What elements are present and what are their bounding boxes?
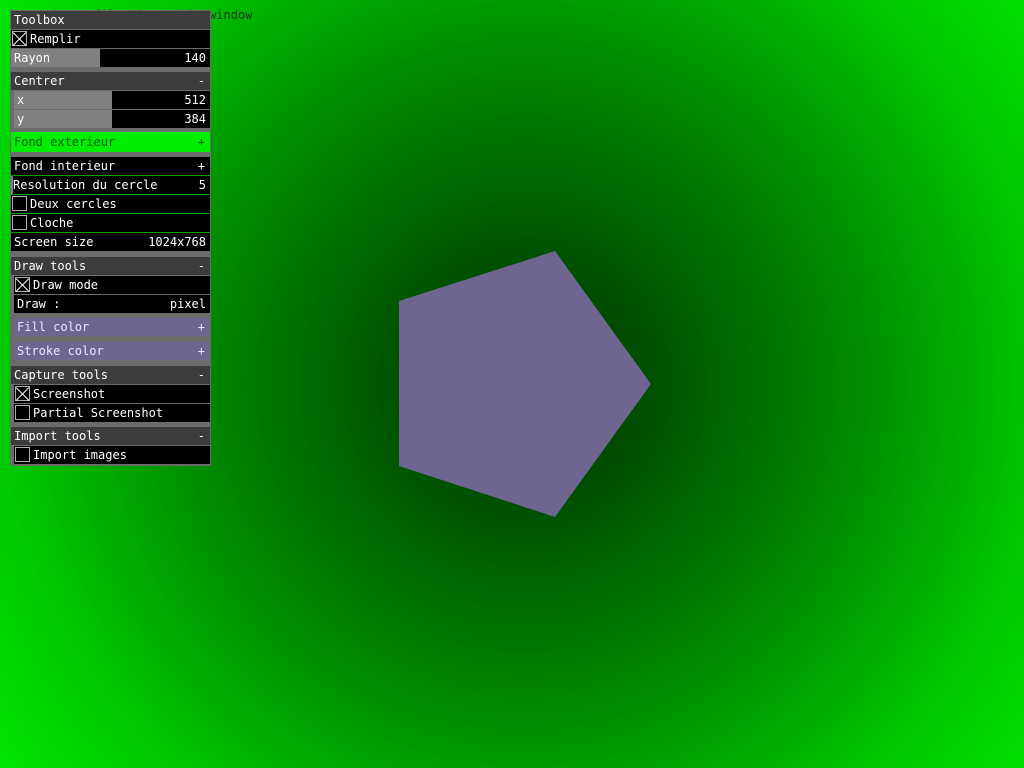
- import-tools-label: Import tools: [14, 429, 101, 443]
- fill-color[interactable]: Fill color +: [14, 318, 210, 336]
- partial-screenshot-toggle[interactable]: Partial Screenshot: [14, 404, 210, 422]
- deux-cercles-checkbox[interactable]: [12, 196, 27, 211]
- rayon-label: Rayon: [14, 51, 51, 65]
- cloche-checkbox[interactable]: [12, 215, 27, 230]
- toolbox-title: Toolbox: [14, 13, 65, 27]
- toolbox-panel: Toolbox ↻ Remplir Rayon 140 Centrer - x …: [10, 10, 211, 466]
- resolution-slider[interactable]: Resolution du cercle 5: [11, 176, 210, 194]
- pentagon-shape: [399, 251, 651, 517]
- rayon-slider[interactable]: Rayon 140: [11, 49, 210, 67]
- remplir-toggle[interactable]: Remplir: [11, 30, 210, 48]
- centrer-collapse-icon[interactable]: -: [198, 72, 205, 90]
- y-label: y: [17, 112, 25, 126]
- resolution-label: Resolution du cercle: [13, 178, 158, 192]
- draw-tools-label: Draw tools: [14, 259, 87, 273]
- screenshot-checkbox[interactable]: [15, 386, 30, 401]
- capture-tools-header[interactable]: Capture tools -: [11, 366, 210, 384]
- fill-color-label: Fill color: [17, 320, 90, 334]
- rayon-value: 140: [184, 51, 206, 65]
- draw-label: Draw :: [17, 297, 61, 311]
- fond-interieur-color[interactable]: Fond interieur +: [11, 157, 210, 175]
- x-label: x: [17, 93, 25, 107]
- stroke-color[interactable]: Stroke color +: [14, 342, 210, 360]
- fill-color-expand-icon[interactable]: +: [198, 318, 205, 336]
- cloche-toggle[interactable]: Cloche: [11, 214, 210, 232]
- y-slider[interactable]: y 384: [14, 110, 210, 128]
- toolbox-header: Toolbox ↻: [11, 11, 210, 61]
- x-value: 512: [184, 93, 206, 107]
- resolution-value: 5: [198, 178, 206, 192]
- screen-size-value: 1024x768: [148, 235, 206, 249]
- x-slider[interactable]: x 512: [14, 91, 210, 109]
- import-tools-collapse-icon[interactable]: -: [198, 427, 205, 445]
- draw-type-select[interactable]: Draw : pixel: [14, 295, 210, 313]
- cloche-label: Cloche: [30, 216, 74, 230]
- remplir-label: Remplir: [30, 32, 81, 46]
- import-images-toggle[interactable]: Import images: [14, 446, 210, 464]
- x-slider-fill: [14, 91, 112, 109]
- deux-cercles-label: Deux cercles: [30, 197, 117, 211]
- import-images-checkbox[interactable]: [15, 447, 30, 462]
- remplir-checkbox[interactable]: [12, 31, 27, 46]
- screen-size-label: Screen size: [14, 235, 94, 249]
- fond-interieur-label: Fond interieur: [14, 159, 116, 173]
- draw-value: pixel: [169, 297, 206, 311]
- draw-tools-header[interactable]: Draw tools -: [11, 257, 210, 275]
- draw-mode-label: Draw mode: [33, 278, 99, 292]
- fond-exterieur-expand-icon[interactable]: +: [198, 132, 205, 152]
- stroke-color-label: Stroke color: [17, 344, 104, 358]
- fond-exterieur-color[interactable]: Fond exterieur +: [11, 132, 210, 152]
- stroke-color-expand-icon[interactable]: +: [198, 342, 205, 360]
- draw-tools-collapse-icon[interactable]: -: [198, 257, 205, 275]
- fond-exterieur-label: Fond exterieur: [14, 135, 116, 149]
- capture-tools-label: Capture tools: [14, 368, 108, 382]
- import-tools-header[interactable]: Import tools -: [11, 427, 210, 445]
- y-value: 384: [184, 112, 206, 126]
- deux-cercles-toggle[interactable]: Deux cercles: [11, 195, 210, 213]
- draw-mode-toggle[interactable]: Draw mode: [14, 276, 210, 294]
- fond-interieur-expand-icon[interactable]: +: [198, 157, 205, 175]
- capture-tools-collapse-icon[interactable]: -: [198, 366, 205, 384]
- partial-screenshot-label: Partial Screenshot: [33, 406, 164, 420]
- centrer-label: Centrer: [14, 74, 65, 88]
- y-slider-fill: [14, 110, 112, 128]
- screen-size-row: Screen size 1024x768: [11, 233, 210, 251]
- import-images-label: Import images: [33, 448, 127, 462]
- partial-screenshot-checkbox[interactable]: [15, 405, 30, 420]
- draw-mode-checkbox[interactable]: [15, 277, 30, 292]
- screenshot-toggle[interactable]: Screenshot: [14, 385, 210, 403]
- screenshot-label: Screenshot: [33, 387, 106, 401]
- centrer-header[interactable]: Centrer -: [11, 72, 210, 90]
